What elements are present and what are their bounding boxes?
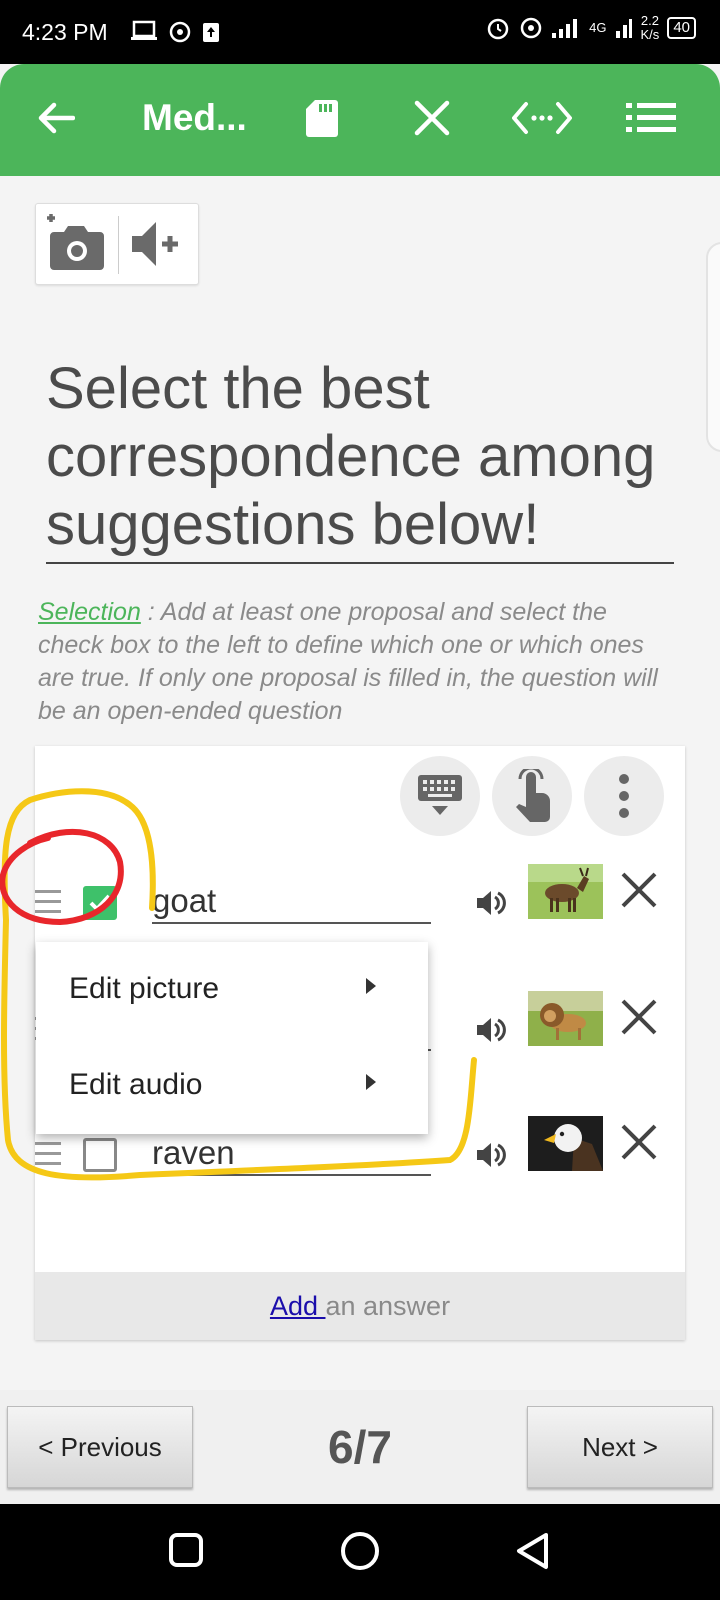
back-button[interactable]	[30, 88, 82, 148]
menu-item-edit-audio[interactable]: Edit audio	[36, 1038, 428, 1134]
selection-help-link[interactable]: Selection	[38, 598, 141, 626]
upload-icon	[203, 23, 219, 42]
signal-icon	[552, 19, 578, 38]
submenu-arrow-icon	[366, 978, 376, 994]
answer-input[interactable]: goat	[152, 872, 431, 924]
add-answer-link[interactable]: Add	[270, 1291, 326, 1321]
play-audio-button[interactable]	[475, 888, 507, 923]
triangle-back-icon	[517, 1533, 548, 1569]
back-nav-button[interactable]	[514, 1531, 550, 1576]
answer-row: goat	[35, 864, 685, 944]
delete-answer-button[interactable]	[619, 997, 659, 1042]
close-button[interactable]	[408, 88, 456, 148]
more-options-button[interactable]	[584, 756, 664, 836]
close-icon	[414, 100, 450, 136]
page-navigation: < Previous 6/7 Next >	[0, 1390, 720, 1504]
speaker-icon	[477, 1018, 506, 1042]
signal-icon-2	[615, 19, 632, 38]
delete-answer-button[interactable]	[619, 870, 659, 915]
media-toolbox	[35, 203, 199, 285]
system-nav-bar	[0, 1504, 720, 1600]
save-button[interactable]	[300, 88, 344, 148]
question-underline	[46, 562, 674, 564]
code-icon	[512, 102, 572, 134]
status-time: 4:23 PM	[22, 19, 108, 45]
touch-mode-button[interactable]	[492, 756, 572, 836]
toolbox-divider	[118, 216, 119, 274]
check-icon	[89, 894, 111, 912]
eagle-image	[528, 1116, 603, 1171]
drag-handle-icon[interactable]	[35, 1142, 61, 1172]
speed-unit: K/s	[640, 27, 660, 42]
sd-card-icon	[306, 100, 338, 137]
add-audio-button[interactable]	[130, 218, 182, 275]
help-text: Selection : Add at least one proposal an…	[38, 596, 678, 728]
next-button[interactable]: Next >	[527, 1406, 713, 1488]
status-bar: 4:23 PM 4G 2.2 K/s 40	[0, 0, 720, 64]
page-counter: 6/7	[328, 1421, 392, 1473]
status-left-icons	[130, 20, 220, 44]
app-title: Med...	[142, 97, 247, 138]
home-button[interactable]	[340, 1531, 380, 1576]
delete-answer-button[interactable]	[619, 1122, 659, 1167]
more-vert-icon	[619, 774, 629, 818]
recents-button[interactable]	[168, 1532, 204, 1573]
speaker-icon	[477, 1143, 506, 1167]
close-icon	[621, 999, 657, 1035]
submenu-arrow-icon	[366, 1074, 376, 1090]
drag-handle-icon[interactable]	[35, 890, 61, 920]
add-photo-icon	[47, 214, 104, 270]
list-menu-button[interactable]	[624, 88, 678, 148]
menu-item-label: Edit picture	[69, 972, 220, 1005]
goat-image	[528, 864, 603, 919]
speaker-icon	[477, 891, 506, 915]
code-view-button[interactable]	[510, 88, 574, 148]
keyboard-icon	[418, 775, 462, 815]
speed-value: 2.2	[640, 13, 659, 28]
lion-thumbnail[interactable]	[528, 991, 603, 1046]
touch-icon	[516, 769, 550, 822]
eagle-thumbnail[interactable]	[528, 1116, 603, 1171]
goat-thumbnail[interactable]	[528, 864, 603, 919]
play-audio-button[interactable]	[475, 1140, 507, 1175]
network-type: 4G	[589, 20, 607, 35]
close-icon	[621, 1124, 657, 1160]
add-audio-icon	[132, 222, 178, 266]
alarm-icon	[487, 18, 509, 40]
menu-item-edit-picture[interactable]: Edit picture	[36, 942, 428, 1038]
play-audio-button[interactable]	[475, 1015, 507, 1050]
list-icon	[626, 103, 676, 132]
network-speed: 2.2 K/s	[641, 14, 660, 42]
side-drawer-handle[interactable]	[706, 242, 720, 452]
wifi-calling-icon	[520, 17, 542, 39]
add-answer-text: an answer	[325, 1291, 451, 1321]
app-bar: Med...	[0, 64, 720, 176]
hotspot-icon	[169, 21, 191, 43]
menu-item-label: Edit audio	[69, 1068, 203, 1101]
lion-image	[528, 991, 603, 1046]
context-menu: Edit picture Edit audio	[36, 942, 428, 1134]
arrow-left-icon	[38, 102, 75, 134]
add-photo-button[interactable]	[44, 214, 108, 281]
answer-checkbox[interactable]	[83, 1138, 117, 1172]
previous-button[interactable]: < Previous	[7, 1406, 193, 1488]
status-right: 4G 2.2 K/s 40	[485, 14, 696, 42]
close-icon	[621, 872, 657, 908]
square-icon	[169, 1533, 203, 1567]
battery-level: 40	[667, 17, 696, 39]
question-title[interactable]: Select the best correspondence among sug…	[46, 355, 676, 559]
circle-icon	[341, 1532, 379, 1570]
add-answer-bar: Add an answer	[35, 1272, 685, 1340]
keyboard-mode-button[interactable]	[400, 756, 480, 836]
answer-checkbox[interactable]	[83, 886, 117, 920]
laptop-icon	[131, 20, 157, 40]
